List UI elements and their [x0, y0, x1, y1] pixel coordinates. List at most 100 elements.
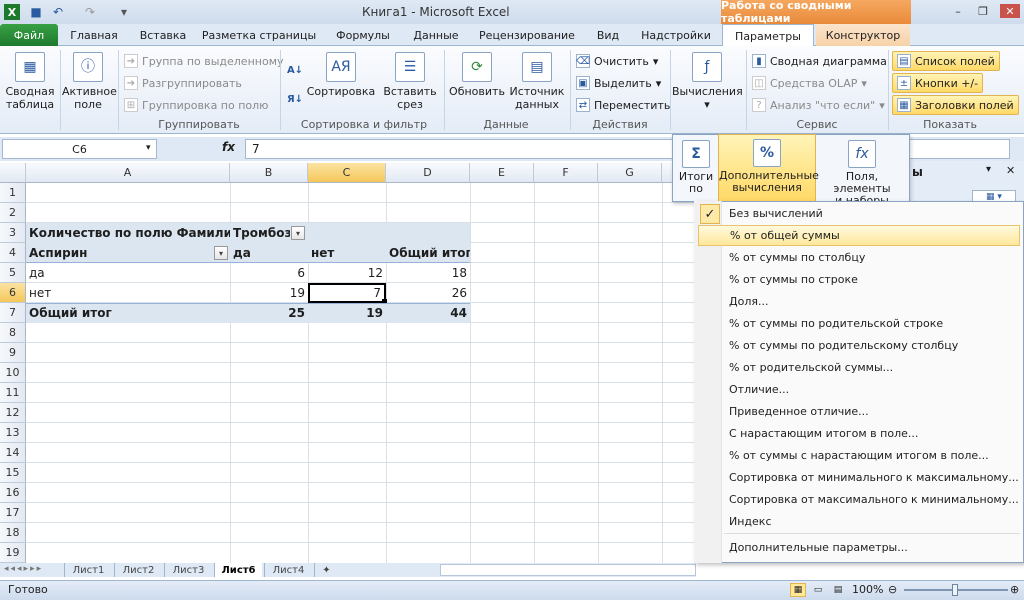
row-header[interactable]: 15: [0, 463, 26, 483]
column-header[interactable]: B: [230, 163, 308, 183]
row-header[interactable]: 7: [0, 303, 26, 323]
tab-designer[interactable]: Конструктор: [816, 24, 910, 46]
pivot-row-item[interactable]: нет: [26, 283, 230, 303]
pivot-row-item[interactable]: да: [26, 263, 230, 283]
row-header[interactable]: 4: [0, 243, 26, 263]
menu-item-rank-ascending[interactable]: Сортировка от минимального к максимально…: [698, 467, 1020, 488]
menu-item-percent-grand-total[interactable]: % от общей суммы: [698, 225, 1020, 246]
move-button[interactable]: ⇄ Переместить: [576, 95, 670, 115]
data-source-button[interactable]: ▤ Источник данных: [508, 52, 566, 111]
tab-parameters[interactable]: Параметры: [722, 24, 814, 47]
row-header[interactable]: 12: [0, 403, 26, 423]
fx-icon[interactable]: fx: [222, 140, 235, 154]
olap-tools-button[interactable]: ◫ Средства OLAP ▾: [752, 73, 867, 93]
pivot-value-cell[interactable]: 18: [386, 263, 470, 283]
clear-button[interactable]: ⌫ Очистить ▾: [576, 51, 658, 71]
pivot-chart-button[interactable]: ▮ Сводная диаграмма: [752, 51, 887, 71]
tab-review[interactable]: Рецензирование: [472, 24, 582, 46]
active-field-button[interactable]: ⓘ Активное поле: [62, 52, 117, 111]
refresh-button[interactable]: ⟳ Обновить: [446, 52, 508, 98]
select-all-corner[interactable]: [0, 163, 26, 183]
name-box[interactable]: C6: [2, 139, 157, 159]
menu-item-percent-of[interactable]: Доля...: [698, 291, 1020, 312]
qat-customize-icon[interactable]: ▾: [116, 4, 132, 20]
row-header[interactable]: 1: [0, 183, 26, 203]
tab-insert[interactable]: Вставка: [132, 24, 194, 46]
chevron-down-icon[interactable]: ▾: [986, 164, 991, 175]
zoom-in-icon[interactable]: ⊕: [1010, 583, 1019, 596]
row-header[interactable]: 6: [0, 283, 26, 303]
sort-button[interactable]: AЯ Сортировка: [306, 52, 376, 98]
tab-view[interactable]: Вид: [588, 24, 628, 46]
page-layout-view-icon[interactable]: ▭: [810, 583, 826, 597]
sheet-tab-active[interactable]: Лист6: [214, 563, 262, 577]
sort-az-button[interactable]: A↓: [287, 58, 303, 82]
save-icon[interactable]: ■: [28, 4, 44, 20]
menu-item-difference[interactable]: Отличие...: [698, 379, 1020, 400]
row-header[interactable]: 14: [0, 443, 26, 463]
select-button[interactable]: ▣ Выделить ▾: [576, 73, 661, 93]
zoom-out-icon[interactable]: ⊖: [888, 583, 897, 596]
horizontal-scrollbar[interactable]: [440, 564, 696, 576]
pivot-value-cell[interactable]: 19: [230, 283, 308, 303]
column-header[interactable]: F: [534, 163, 598, 183]
menu-item-percent-parent-column[interactable]: % от суммы по родительскому столбцу: [698, 335, 1020, 356]
pivot-total-cell[interactable]: 25: [230, 303, 308, 323]
column-header[interactable]: E: [470, 163, 534, 183]
row-header[interactable]: 16: [0, 483, 26, 503]
whatif-button[interactable]: ? Анализ "что если" ▾: [752, 95, 885, 115]
pivot-column-field[interactable]: Тромбоз: [230, 223, 290, 243]
tab-page-layout[interactable]: Разметка страницы: [200, 24, 318, 46]
tab-file[interactable]: Файл: [0, 24, 58, 46]
pivot-column-item[interactable]: да: [230, 243, 308, 263]
zoom-level[interactable]: 100%: [852, 583, 883, 596]
buttons-toggle[interactable]: ± Кнопки +/-: [892, 73, 984, 93]
menu-item-rank-descending[interactable]: Сортировка от максимального к минимально…: [698, 489, 1020, 510]
minimize-icon[interactable]: –: [950, 4, 966, 18]
pivot-column-item[interactable]: нет: [308, 243, 386, 263]
fields-items-sets-button[interactable]: fx Поля, элементы и наборы: [818, 140, 906, 207]
calculations-button[interactable]: ƒ Вычисления ▾: [672, 52, 743, 111]
tab-data[interactable]: Данные: [406, 24, 466, 46]
pivot-grand-total-header[interactable]: Общий итог: [386, 243, 470, 263]
insert-slicer-button[interactable]: ☰ Вставить срез: [382, 52, 438, 111]
field-headers-toggle[interactable]: ▦ Заголовки полей: [892, 95, 1019, 115]
summarize-by-button[interactable]: Σ Итоги по: [676, 140, 716, 195]
pivot-grand-total-label[interactable]: Общий итог: [26, 303, 230, 323]
row-header[interactable]: 13: [0, 423, 26, 443]
row-header[interactable]: 19: [0, 543, 26, 563]
close-icon[interactable]: ✕: [1000, 4, 1020, 18]
column-header[interactable]: A: [26, 163, 230, 183]
tab-addins[interactable]: Надстройки: [634, 24, 718, 46]
sheet-tab[interactable]: Лист1: [64, 563, 112, 577]
column-header[interactable]: C: [308, 163, 386, 183]
sheet-tab[interactable]: Лист4: [264, 563, 312, 577]
group-field-button[interactable]: ⊞ Группировка по полю: [124, 95, 268, 115]
chevron-down-icon[interactable]: ▾: [146, 143, 151, 153]
row-header[interactable]: 9: [0, 343, 26, 363]
menu-item-more-options[interactable]: Дополнительные параметры...: [698, 537, 1020, 558]
menu-item-percent-row[interactable]: % от суммы по строке: [698, 269, 1020, 290]
column-header[interactable]: G: [598, 163, 662, 183]
column-header[interactable]: D: [386, 163, 470, 183]
pivot-value-cell[interactable]: 26: [386, 283, 470, 303]
sheet-tab[interactable]: Лист3: [164, 563, 212, 577]
filter-dropdown-icon[interactable]: ▾: [291, 226, 305, 240]
tab-formulas[interactable]: Формулы: [326, 24, 400, 46]
zoom-slider-thumb[interactable]: [952, 584, 958, 596]
menu-item-percent-difference[interactable]: Приведенное отличие...: [698, 401, 1020, 422]
new-sheet-icon[interactable]: ✦: [314, 563, 338, 577]
row-header[interactable]: 11: [0, 383, 26, 403]
row-header[interactable]: 10: [0, 363, 26, 383]
active-cell[interactable]: 7: [308, 283, 386, 303]
pivot-value-cell[interactable]: 12: [308, 263, 386, 283]
redo-icon[interactable]: ↷: [82, 4, 98, 20]
normal-view-icon[interactable]: ▦: [790, 583, 806, 597]
pivot-total-cell[interactable]: 19: [308, 303, 386, 323]
sheet-tab[interactable]: Лист2: [114, 563, 162, 577]
row-header[interactable]: 8: [0, 323, 26, 343]
close-icon[interactable]: ✕: [1006, 164, 1015, 177]
show-values-as-button[interactable]: % Дополнительные вычисления: [718, 134, 819, 202]
row-header[interactable]: 17: [0, 503, 26, 523]
pivot-value-cell[interactable]: 6: [230, 263, 308, 283]
